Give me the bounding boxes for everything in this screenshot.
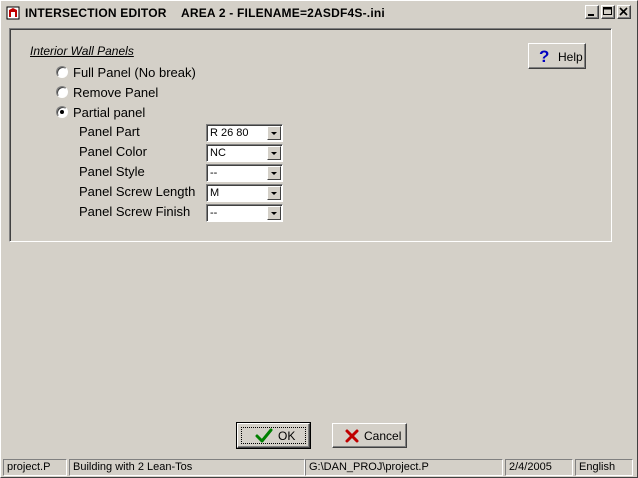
status-description: Building with 2 Lean-Tos <box>69 459 305 476</box>
app-logo-icon[interactable] <box>6 6 20 20</box>
minimize-icon <box>588 14 594 16</box>
radio-remove-panel[interactable]: Remove Panel <box>56 84 158 100</box>
cancel-label: Cancel <box>364 429 402 443</box>
title-bar[interactable]: INTERSECTION EDITOR AREA 2 - FILENAME=2A… <box>3 3 635 23</box>
panel-color-value: NC <box>210 147 226 159</box>
group-title: Interior Wall Panels <box>30 44 134 58</box>
close-icon <box>619 7 628 16</box>
maximize-button[interactable] <box>601 5 615 19</box>
status-bar: project.P Building with 2 Lean-Tos G:\DA… <box>3 459 635 477</box>
red-x-icon <box>345 429 359 443</box>
radio-button[interactable] <box>56 86 68 98</box>
close-button[interactable] <box>617 5 631 19</box>
panel-style-label: Panel Style <box>79 164 145 179</box>
radio-partial-panel[interactable]: Partial panel <box>56 104 145 120</box>
panel-color-label: Panel Color <box>79 144 147 159</box>
intersection-editor-window: INTERSECTION EDITOR AREA 2 - FILENAME=2A… <box>0 0 638 478</box>
app-title: INTERSECTION EDITOR <box>25 6 167 20</box>
panel-color-select[interactable]: NC <box>206 144 283 162</box>
status-project: project.P <box>3 459 67 476</box>
ok-label: OK <box>278 429 296 443</box>
minimize-button[interactable] <box>585 5 599 19</box>
chevron-down-icon[interactable] <box>267 166 281 180</box>
panel-screw-length-label: Panel Screw Length <box>79 184 196 199</box>
chevron-down-icon[interactable] <box>267 206 281 220</box>
panel-part-select[interactable]: R 26 80 <box>206 124 283 142</box>
status-date: 2/4/2005 <box>505 459 573 476</box>
document-title: AREA 2 - FILENAME=2ASDF4S-.ini <box>181 6 385 20</box>
status-path: G:\DAN_PROJ\project.P <box>305 459 503 476</box>
question-mark-icon: ? <box>539 47 550 66</box>
cancel-button[interactable]: Cancel <box>332 423 407 448</box>
panel-screw-finish-value: -- <box>210 207 218 219</box>
panel-part-value: R 26 80 <box>210 127 249 139</box>
chevron-down-icon[interactable] <box>267 186 281 200</box>
panel-part-label: Panel Part <box>79 124 140 139</box>
radio-label: Partial panel <box>73 104 146 120</box>
help-button[interactable]: ? Help <box>528 43 586 69</box>
interior-wall-panels-group: Interior Wall Panels Full Panel (No brea… <box>9 28 612 242</box>
panel-screw-length-value: M <box>210 187 220 199</box>
panel-style-select[interactable]: -- <box>206 164 283 182</box>
radio-full-panel[interactable]: Full Panel (No break) <box>56 64 196 80</box>
maximize-icon <box>603 7 612 15</box>
focus-rect <box>241 427 306 444</box>
ok-button[interactable]: OK <box>236 422 311 449</box>
status-language: English <box>575 459 633 476</box>
help-label: Help <box>558 50 583 64</box>
panel-style-value: -- <box>210 167 218 179</box>
radio-button-selected[interactable] <box>56 106 68 118</box>
chevron-down-icon[interactable] <box>267 146 281 160</box>
panel-screw-length-select[interactable]: M <box>206 184 283 202</box>
radio-button[interactable] <box>56 66 68 78</box>
radio-label: Remove Panel <box>73 84 159 100</box>
chevron-down-icon[interactable] <box>267 126 281 140</box>
checkmark-icon <box>255 428 273 443</box>
panel-screw-finish-select[interactable]: -- <box>206 204 283 222</box>
radio-label: Full Panel (No break) <box>73 64 196 80</box>
panel-screw-finish-label: Panel Screw Finish <box>79 204 191 219</box>
